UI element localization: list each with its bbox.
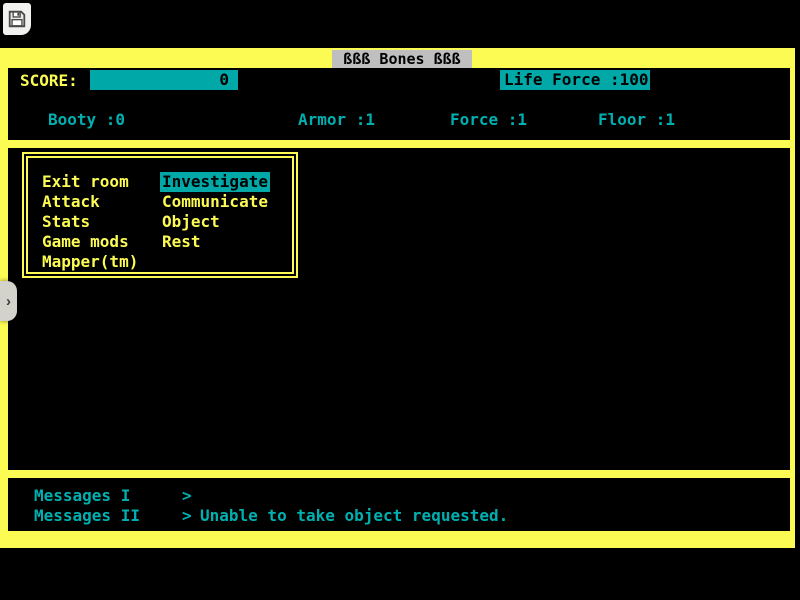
- score-bar: 0: [90, 70, 238, 90]
- message-text: Unable to take object requested.: [200, 506, 508, 526]
- stat-floor: Floor :1: [598, 110, 675, 130]
- messages-panel: Messages I > Messages II > Unable to tak…: [8, 478, 790, 531]
- menu-item-attack[interactable]: Attack: [40, 192, 102, 212]
- message-row: Messages I >: [8, 486, 790, 506]
- game-area: Exit room Attack Stats Game mods Mapper(…: [8, 148, 790, 470]
- menu-item-game-mods[interactable]: Game mods: [40, 232, 131, 252]
- chevron-right-icon: ›: [6, 293, 11, 310]
- game-title: ßßß Bones ßßß: [332, 50, 472, 68]
- menu-item-exit-room[interactable]: Exit room: [40, 172, 131, 192]
- message-label: Messages I: [34, 486, 130, 506]
- menu-column-right: Investigate Communicate Object Rest: [160, 172, 270, 252]
- menu-item-investigate[interactable]: Investigate: [160, 172, 270, 192]
- message-prompt: >: [182, 486, 192, 506]
- side-panel-toggle[interactable]: ›: [0, 281, 17, 321]
- score-value: 0: [219, 70, 229, 89]
- menu-column-left: Exit room Attack Stats Game mods Mapper(…: [40, 172, 140, 272]
- message-prompt: >: [182, 506, 192, 526]
- save-button[interactable]: [3, 3, 31, 35]
- life-force-badge: Life Force :100: [500, 70, 650, 90]
- floppy-disk-icon: [8, 10, 26, 28]
- menu-item-communicate[interactable]: Communicate: [160, 192, 270, 212]
- hud-panel: SCORE: 0 Life Force :100 Booty :0 Armor …: [8, 68, 790, 140]
- stat-armor: Armor :1: [298, 110, 375, 130]
- game-screen: ßßß Bones ßßß SCORE: 0 Life Force :100 B…: [0, 0, 800, 600]
- menu-item-mapper[interactable]: Mapper(tm): [40, 252, 140, 272]
- game-frame: ßßß Bones ßßß SCORE: 0 Life Force :100 B…: [0, 48, 795, 548]
- stat-force: Force :1: [450, 110, 527, 130]
- message-row: Messages II > Unable to take object requ…: [8, 506, 790, 526]
- action-menu-border: Exit room Attack Stats Game mods Mapper(…: [26, 156, 294, 274]
- score-label: SCORE:: [20, 71, 78, 91]
- action-menu: Exit room Attack Stats Game mods Mapper(…: [22, 152, 298, 278]
- menu-item-object[interactable]: Object: [160, 212, 222, 232]
- menu-item-stats[interactable]: Stats: [40, 212, 92, 232]
- message-label: Messages II: [34, 506, 140, 526]
- stat-booty: Booty :0: [48, 110, 125, 130]
- menu-item-rest[interactable]: Rest: [160, 232, 203, 252]
